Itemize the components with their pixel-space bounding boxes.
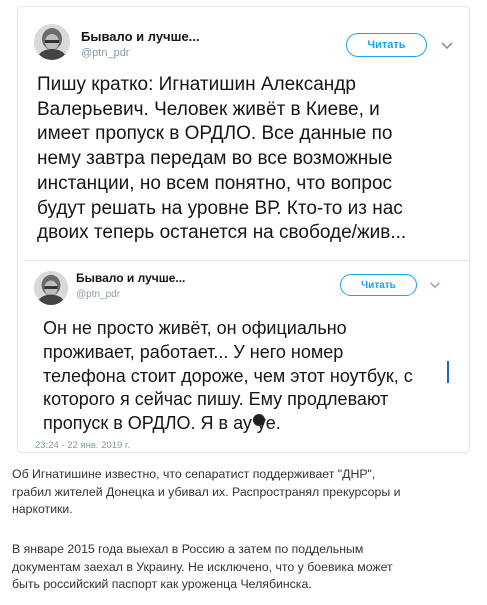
author-handle[interactable]: @ptn_pdr [76, 289, 120, 300]
tweet-text-line: которого я сейчас пишу. Ему продлевают [43, 389, 389, 410]
avatar[interactable] [34, 24, 70, 60]
tweet-text-line: будут решать на уровне ВР. Кто-то из нас [37, 197, 403, 219]
author-handle[interactable]: @ptn_pdr [81, 47, 129, 59]
article-line: грабил жителей Донецка и убивал их. Расп… [12, 484, 401, 499]
tweet-text-line: пропуск в ОРДЛО. Я в ау уе. [43, 413, 281, 434]
chevron-down-icon[interactable] [429, 281, 441, 290]
tweet-text: Пишу кратко: Игнатишин Александр Валерье… [37, 73, 406, 246]
tweet-text-line: инстанции, но всем понятно, что вопрос [37, 172, 393, 194]
tweet-text-line: проживает, работает... У него номер [43, 341, 344, 362]
article-line: наркотики. [12, 502, 73, 516]
mouse-pointer-icon [253, 414, 265, 426]
tweet-text-line: нему завтра передам во все возможные [37, 148, 393, 170]
article-paragraph: Об Игнатишине известно, что сепаратист п… [12, 466, 400, 519]
article-line: Об Игнатишине известно, что сепаратист п… [12, 467, 376, 481]
article-line: документам заехал в Украину. Не исключен… [12, 559, 393, 574]
article-paragraph: В январе 2015 года выехал в Россию а зат… [12, 541, 393, 594]
author-name[interactable]: Бывало и лучше... [81, 29, 200, 44]
article-line: В январе 2015 года выехал в Россию а зат… [12, 542, 364, 556]
follow-button[interactable]: Читать [346, 33, 427, 57]
tweet-text-line: Он не просто живёт, он официально [43, 318, 347, 338]
tweet-text: Он не просто живёт, он официально прожив… [43, 317, 413, 436]
tweet-timestamp[interactable]: 23:24 - 22 янв. 2019 г. [35, 440, 130, 451]
author-name[interactable]: Бывало и лучше... [76, 271, 185, 285]
tweet-text-line: имеет пропуск в ОРДЛО. Все данные по [37, 123, 393, 145]
text-cursor-icon [447, 361, 449, 383]
chevron-down-icon[interactable] [440, 41, 454, 51]
tweet-text-line: Валерьевич. Человек живёт в Киеве, и [37, 98, 380, 120]
tweet-text-line: Пишу кратко: Игнатишин Александр [37, 74, 356, 95]
avatar[interactable] [34, 271, 68, 305]
tweet-text-line: телефона стоит дороже, чем этот ноутбук,… [43, 365, 413, 386]
tweet-text-line: двоих теперь останется на свободе/жив... [37, 222, 407, 244]
follow-button[interactable]: Читать [340, 274, 417, 296]
article-line: быть российский паспорт как уроженца Чел… [12, 577, 312, 591]
